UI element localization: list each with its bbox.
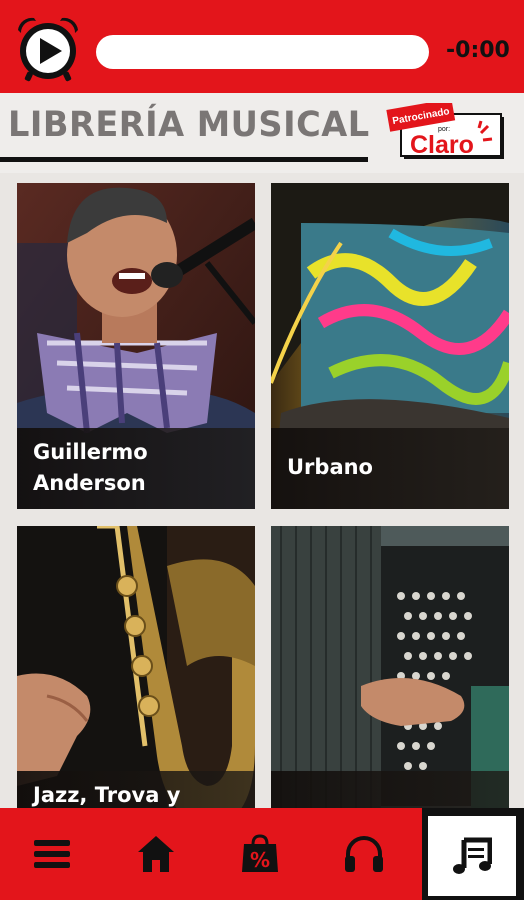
tile-jazz-trova[interactable]: Jazz, Trova y: [17, 526, 255, 809]
music-library-icon: [453, 837, 492, 874]
tile-label-band: Guillermo Anderson: [17, 428, 255, 509]
progress-track[interactable]: [96, 35, 429, 69]
tile-label-line: Urbano: [287, 455, 373, 479]
nav-offers[interactable]: %: [208, 808, 312, 900]
menu-icon: [34, 840, 70, 868]
nav-radio[interactable]: [312, 808, 416, 900]
player-bar: -0:00: [0, 0, 524, 93]
music-categories-grid: Guillermo Anderson Urbano Jazz, Trova y: [0, 173, 524, 809]
tile-label-band: Urbano: [271, 428, 509, 509]
tile-urbano[interactable]: Urbano: [271, 183, 509, 509]
alarm-clock-play-icon: [18, 17, 78, 82]
claro-logo: Patrocinado por: Claro: [386, 98, 504, 159]
accordion-photo: [271, 526, 509, 809]
sponsor-badge: Patrocinado por: Claro: [386, 98, 506, 163]
nav-music-library[interactable]: [422, 808, 524, 900]
page-title: LIBRERÍA MUSICAL: [8, 105, 370, 145]
tile-accordion[interactable]: [271, 526, 509, 809]
tile-label-band: [271, 771, 509, 809]
tile-label-line: Jazz, Trova y: [33, 783, 181, 807]
svg-text:%: %: [250, 848, 270, 872]
tile-label-band: Jazz, Trova y: [17, 771, 255, 809]
home-icon: [138, 836, 174, 872]
title-underline: [0, 157, 368, 162]
play-button[interactable]: [12, 12, 84, 84]
offers-icon: %: [242, 834, 278, 872]
time-display: -0:00: [446, 38, 510, 63]
svg-text:Claro: Claro: [410, 131, 474, 159]
headphones-icon: [345, 836, 383, 872]
nav-menu[interactable]: [0, 808, 104, 900]
tile-label-line: Guillermo: [33, 440, 148, 464]
nav-home[interactable]: [104, 808, 208, 900]
saxophone-photo: [17, 526, 255, 809]
tile-label-line: Anderson: [33, 471, 146, 495]
tile-guillermo-anderson[interactable]: Guillermo Anderson: [17, 183, 255, 509]
bottom-nav: %: [0, 808, 524, 900]
header: LIBRERÍA MUSICAL Patrocinado por: Claro: [0, 93, 524, 173]
